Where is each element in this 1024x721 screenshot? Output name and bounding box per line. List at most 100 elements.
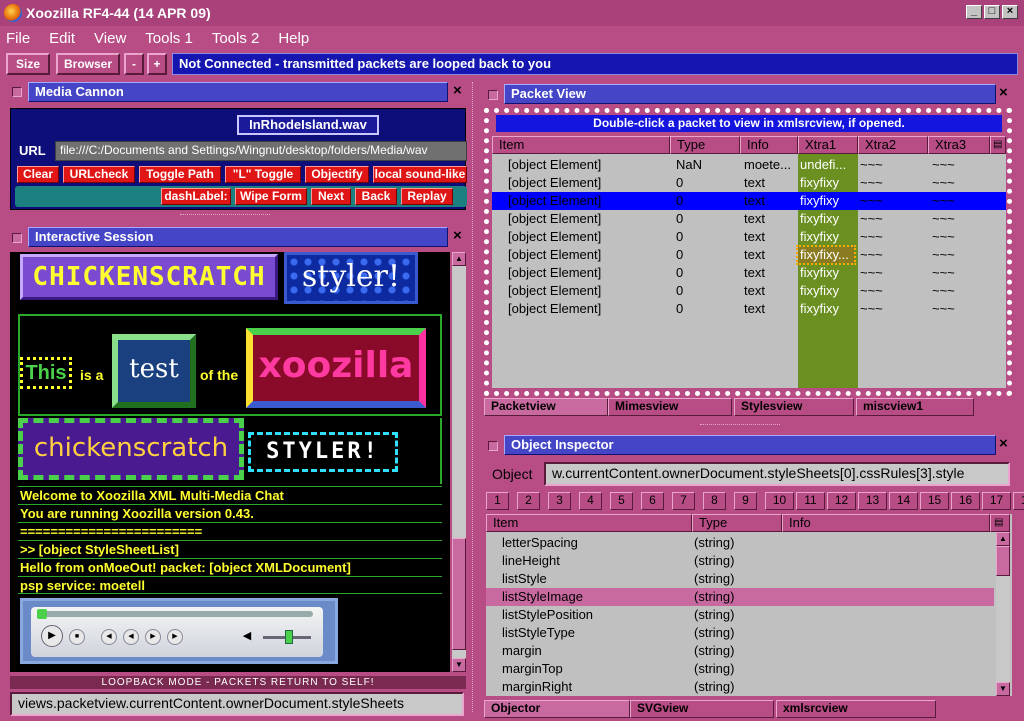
- col-xtra1[interactable]: Xtra1: [798, 136, 858, 154]
- property-row[interactable]: lineHeight (string): [486, 552, 994, 570]
- wipe-form-button[interactable]: Wipe Form: [235, 188, 307, 205]
- media-cannon-header[interactable]: Media Cannon: [28, 82, 448, 102]
- insp-scroll-up-icon[interactable]: ▲: [996, 532, 1010, 546]
- packet-row[interactable]: [object Element] 0 text fixyfixy ~~~ ~~~: [492, 210, 1006, 228]
- play-icon[interactable]: ▶: [41, 625, 63, 647]
- inspector-page-tab[interactable]: 4: [579, 492, 602, 510]
- col-item[interactable]: Item: [492, 136, 670, 154]
- inspector-page-tab[interactable]: 11: [796, 492, 825, 510]
- zoom-in-button[interactable]: +: [147, 53, 167, 75]
- back-button[interactable]: Back: [355, 188, 397, 205]
- packet-row[interactable]: [object Element] 0 text fixyfixy... ~~~ ~~~: [492, 245, 1006, 265]
- tab-miscview1[interactable]: miscview1: [856, 398, 974, 416]
- menu-file[interactable]: File: [6, 30, 30, 47]
- volume-thumb[interactable]: [285, 630, 293, 644]
- l-toggle-button[interactable]: "L" Toggle: [225, 166, 301, 183]
- insp-scroll-down-icon[interactable]: ▼: [996, 682, 1010, 696]
- tab-stylesview[interactable]: Stylesview: [734, 398, 854, 416]
- insp-column-picker-icon[interactable]: ▤: [990, 514, 1010, 532]
- inspector-close-icon[interactable]: ×: [999, 435, 1008, 452]
- session-close-icon[interactable]: ×: [453, 227, 462, 244]
- insp-col-type[interactable]: Type: [692, 514, 782, 532]
- tab-packetview[interactable]: Packetview: [484, 398, 608, 416]
- toggle-path-button[interactable]: Toggle Path: [139, 166, 221, 183]
- tab-xmlsrcview[interactable]: xmlsrcview: [776, 700, 936, 718]
- minimize-icon[interactable]: _: [966, 5, 982, 19]
- title-bar[interactable]: Xoozilla RF4-44 (14 APR 09) _ □ ×: [0, 0, 1024, 26]
- vertical-splitter[interactable]: [472, 82, 476, 712]
- packet-row[interactable]: [object Element] 0 text fixyfixy ~~~ ~~~: [492, 264, 1006, 282]
- dashlabel-button[interactable]: dashLabel:: [161, 188, 231, 205]
- previous-icon[interactable]: ◀: [101, 629, 117, 645]
- session-scrollbar[interactable]: ▲ ▼: [452, 252, 466, 672]
- fast-forward-icon[interactable]: ▶: [145, 629, 161, 645]
- col-type[interactable]: Type: [670, 136, 740, 154]
- inspector-page-tab[interactable]: 17: [982, 492, 1011, 510]
- property-row[interactable]: marginRight (string): [486, 678, 994, 696]
- property-row[interactable]: margin (string): [486, 642, 994, 660]
- column-picker-icon[interactable]: ▤: [990, 136, 1006, 154]
- inspector-page-tab[interactable]: 1: [486, 492, 509, 510]
- property-row[interactable]: listStylePosition (string): [486, 606, 994, 624]
- object-path-input[interactable]: w.currentContent.ownerDocument.styleShee…: [544, 462, 1010, 486]
- packet-row[interactable]: [object Element] 0 text fixyfixy ~~~ ~~~: [492, 174, 1006, 192]
- inspector-page-tab[interactable]: 5: [610, 492, 633, 510]
- inspector-page-tab[interactable]: 2: [517, 492, 540, 510]
- inspector-page-tab[interactable]: 15: [920, 492, 949, 510]
- url-input[interactable]: file:///C:/Documents and Settings/Wingnu…: [55, 141, 467, 161]
- replay-button[interactable]: Replay: [401, 188, 453, 205]
- session-header[interactable]: Interactive Session: [28, 227, 448, 247]
- inspector-scroll-thumb[interactable]: [996, 546, 1010, 576]
- tab-svgview[interactable]: SVGview: [630, 700, 774, 718]
- inspector-page-tab[interactable]: 12: [827, 492, 856, 510]
- inspector-page-tab[interactable]: 18: [1013, 492, 1024, 510]
- property-row[interactable]: listStyleType (string): [486, 624, 994, 642]
- zoom-out-button[interactable]: -: [124, 53, 144, 75]
- menu-tools-1[interactable]: Tools 1: [145, 30, 193, 47]
- property-row[interactable]: listStyleImage (string): [486, 588, 994, 606]
- browser-button[interactable]: Browser: [56, 53, 120, 75]
- urlcheck-button[interactable]: URLcheck: [63, 166, 135, 183]
- scroll-up-icon[interactable]: ▲: [452, 252, 466, 266]
- inspector-scrollbar[interactable]: ▲ ▼: [996, 532, 1010, 696]
- close-icon[interactable]: ×: [1002, 5, 1018, 19]
- packet-row[interactable]: [object Element] 0 text fixyfixy ~~~ ~~~: [492, 300, 1006, 318]
- session-scroll-thumb[interactable]: [452, 538, 466, 650]
- clear-button[interactable]: Clear: [17, 166, 59, 183]
- session-checkbox[interactable]: [12, 233, 22, 243]
- packet-row[interactable]: [object Element] 0 text fixyfixy ~~~ ~~~: [492, 228, 1006, 246]
- insp-col-info[interactable]: Info: [782, 514, 990, 532]
- volume-icon[interactable]: ◀: [239, 629, 255, 645]
- menu-help[interactable]: Help: [278, 30, 309, 47]
- col-info[interactable]: Info: [740, 136, 798, 154]
- property-row[interactable]: listStyle (string): [486, 570, 994, 588]
- seek-bar[interactable]: [37, 611, 313, 617]
- inspector-page-tab[interactable]: 7: [672, 492, 695, 510]
- size-button[interactable]: Size: [6, 53, 50, 75]
- right-splitter-grip[interactable]: [700, 424, 780, 428]
- rewind-icon[interactable]: ◀: [123, 629, 139, 645]
- menu-edit[interactable]: Edit: [49, 30, 75, 47]
- scroll-down-icon[interactable]: ▼: [452, 658, 466, 672]
- next-track-icon[interactable]: ▶: [167, 629, 183, 645]
- inspector-page-tab[interactable]: 13: [858, 492, 887, 510]
- inspector-header[interactable]: Object Inspector: [504, 435, 996, 455]
- insp-col-item[interactable]: Item: [486, 514, 692, 532]
- seek-thumb[interactable]: [37, 609, 47, 619]
- property-row[interactable]: marginTop (string): [486, 660, 994, 678]
- col-xtra2[interactable]: Xtra2: [858, 136, 928, 154]
- local-sound-button[interactable]: local sound-like: [373, 166, 467, 183]
- media-cannon-checkbox[interactable]: [12, 87, 22, 97]
- stop-icon[interactable]: ■: [69, 629, 85, 645]
- inspector-page-tab[interactable]: 8: [703, 492, 726, 510]
- inspector-page-tab[interactable]: 16: [951, 492, 980, 510]
- menu-view[interactable]: View: [94, 30, 126, 47]
- inspector-page-tab[interactable]: 6: [641, 492, 664, 510]
- media-cannon-close-icon[interactable]: ×: [453, 82, 462, 99]
- inspector-page-tab[interactable]: 9: [734, 492, 757, 510]
- command-input[interactable]: views.packetview.currentContent.ownerDoc…: [10, 692, 464, 716]
- maximize-icon[interactable]: □: [984, 5, 1000, 19]
- inspector-page-tab[interactable]: 10: [765, 492, 794, 510]
- inspector-checkbox[interactable]: [488, 441, 498, 451]
- packet-row[interactable]: [object Element] NaN moete... undefi... ~~~ ~…: [492, 156, 1006, 174]
